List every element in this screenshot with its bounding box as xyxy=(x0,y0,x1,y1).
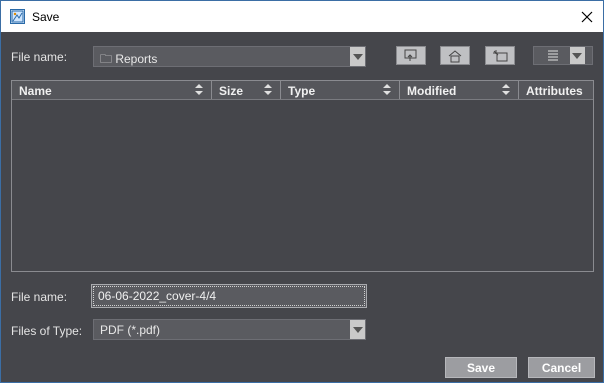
table-body[interactable] xyxy=(12,100,593,271)
save-dialog: Save File name: 🗀 Reports Name Size Type… xyxy=(0,0,604,383)
look-in-value: 🗀 Reports xyxy=(100,52,158,66)
up-folder-button[interactable] xyxy=(396,46,426,65)
window-title: Save xyxy=(32,10,60,24)
file-type-combo[interactable]: PDF (*.pdf) xyxy=(93,319,366,340)
new-folder-icon xyxy=(493,49,508,61)
up-folder-icon xyxy=(404,49,417,61)
column-header-type[interactable]: Type xyxy=(281,81,400,99)
sort-icon xyxy=(502,84,511,96)
title-bar: Save xyxy=(1,1,603,32)
close-icon xyxy=(581,11,593,22)
file-name-value: 06-06-2022_cover-4/4 xyxy=(98,289,217,303)
save-button[interactable]: Save xyxy=(445,357,517,378)
chevron-down-icon[interactable] xyxy=(350,320,365,339)
file-name-label: File name: xyxy=(11,290,68,304)
column-header-size[interactable]: Size xyxy=(212,81,281,99)
table-header: Name Size Type Modified Attributes xyxy=(12,81,593,100)
column-header-attributes[interactable]: Attributes xyxy=(519,81,593,99)
chevron-down-icon[interactable] xyxy=(350,47,365,66)
home-button[interactable] xyxy=(440,46,470,65)
cancel-button[interactable]: Cancel xyxy=(528,357,595,378)
home-icon xyxy=(448,49,462,62)
view-menu-icon xyxy=(548,47,585,64)
column-header-modified[interactable]: Modified xyxy=(400,81,519,99)
file-type-label: Files of Type: xyxy=(11,324,83,338)
sort-icon xyxy=(195,84,204,96)
file-name-input[interactable]: 06-06-2022_cover-4/4 xyxy=(91,284,367,308)
view-menu-button[interactable] xyxy=(533,46,593,65)
column-header-name[interactable]: Name xyxy=(12,81,212,99)
sort-icon xyxy=(264,84,273,96)
look-in-combo[interactable]: 🗀 Reports xyxy=(93,46,366,67)
file-table[interactable]: Name Size Type Modified Attributes xyxy=(11,80,594,272)
look-in-label: File name: xyxy=(11,50,68,64)
app-icon xyxy=(10,9,25,24)
file-type-value: PDF (*.pdf) xyxy=(100,323,161,337)
new-folder-button[interactable] xyxy=(485,46,515,65)
close-button[interactable] xyxy=(571,1,603,32)
sort-icon xyxy=(383,84,392,96)
